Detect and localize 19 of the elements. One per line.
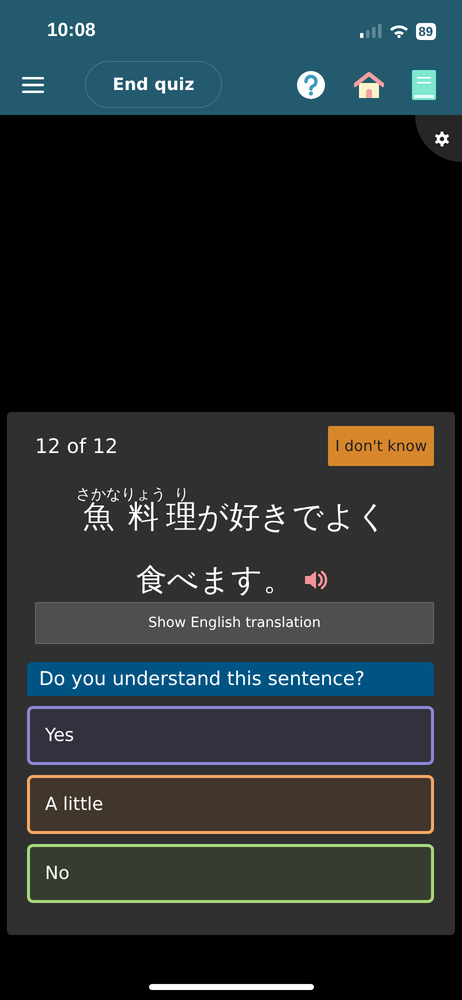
show-translation-button[interactable]: Show English translation [35,602,434,644]
help-icon[interactable] [296,70,326,100]
japanese-sentence-line: 食べます。 [136,561,294,596]
answer-option[interactable]: A little [27,775,434,834]
progress-text: 12 of 12 [35,434,118,458]
home-icon[interactable] [354,72,384,98]
signal-icon [360,24,382,38]
answer-option[interactable]: Yes [27,706,434,765]
status-time: 10:08 [47,20,96,42]
settings-icon[interactable] [434,130,450,146]
end-quiz-button[interactable]: End quiz [85,61,222,108]
menu-icon[interactable] [22,76,44,92]
wifi-icon [388,24,409,38]
battery-level: 89 [416,22,436,40]
speaker-icon[interactable] [304,568,328,590]
dont-know-button[interactable]: I don't know [328,426,434,466]
question-banner: Do you understand this sentence? [27,662,434,696]
japanese-sentence-line: 魚 さかな 料 りょう 理 り が好きでよく [76,484,388,533]
answer-option[interactable]: No [27,844,434,903]
